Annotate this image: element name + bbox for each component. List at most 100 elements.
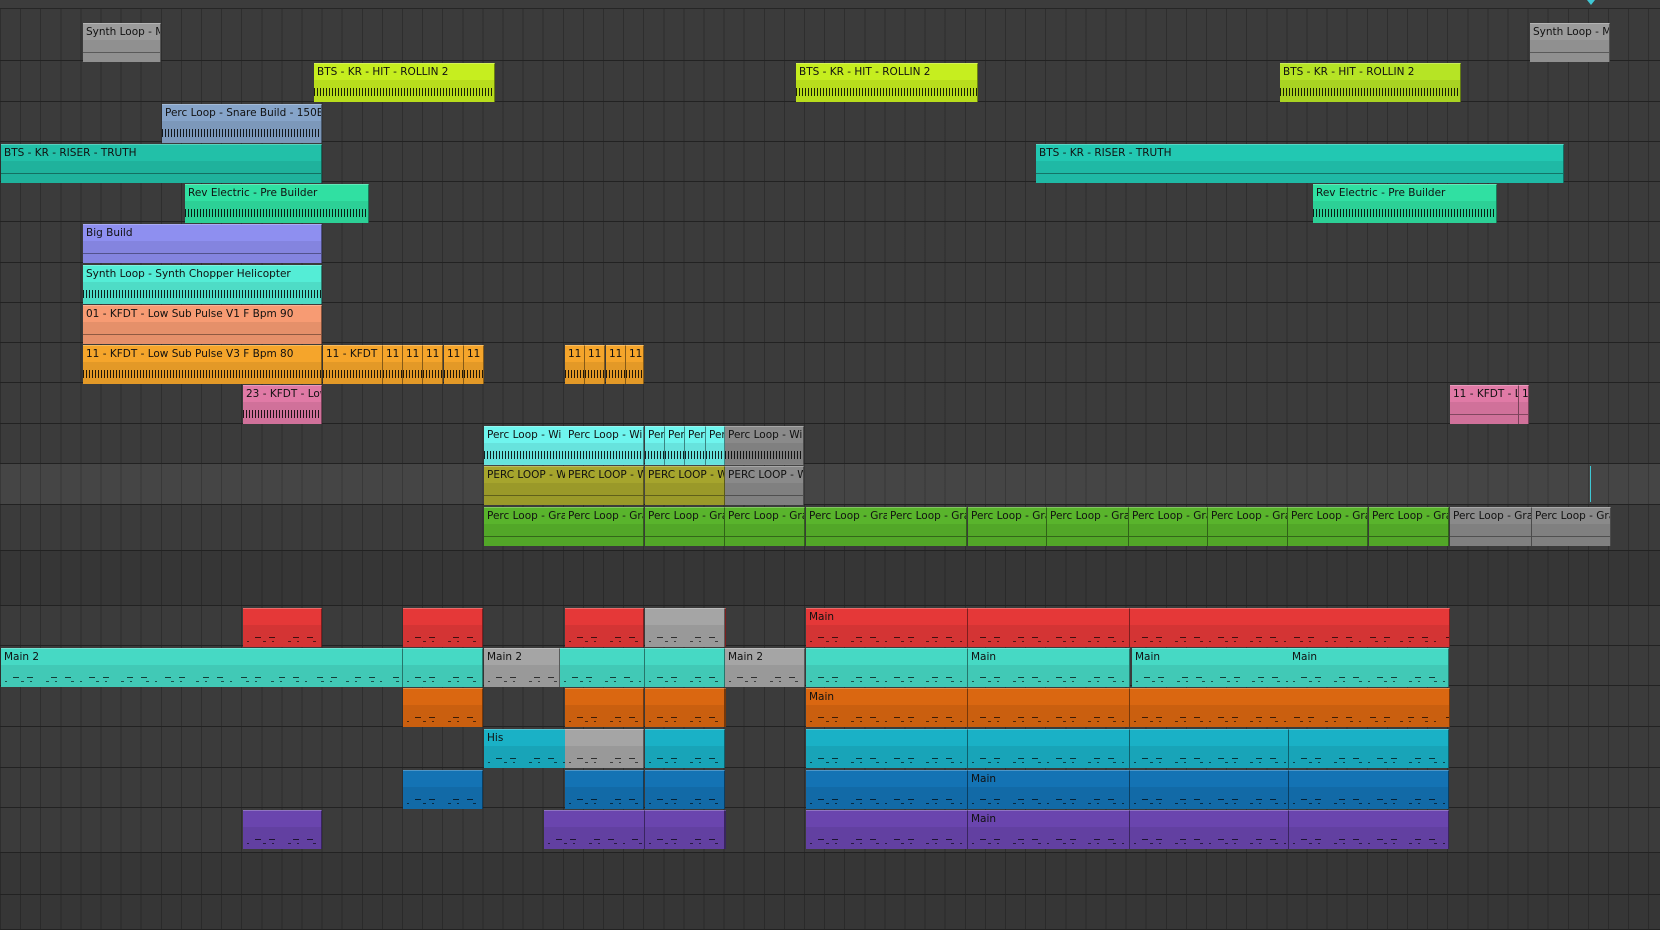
audio-clip[interactable]: Perc Loop - Gra (806, 507, 888, 546)
audio-clip[interactable]: 11 (565, 345, 585, 384)
midi-clip[interactable] (1130, 770, 1289, 809)
midi-clip[interactable] (968, 729, 1130, 768)
audio-clip[interactable]: Per (706, 426, 725, 465)
arrangement-view[interactable]: Synth Loop - M Synth Loop - M BTS - KR - H… (0, 0, 1660, 930)
midi-clip[interactable] (403, 608, 483, 647)
track-lane[interactable]: Main (0, 606, 1660, 647)
midi-clip[interactable] (243, 810, 322, 849)
audio-clip[interactable]: 11 (444, 345, 464, 384)
midi-clip[interactable]: Main 2 (1, 648, 403, 687)
track-lane[interactable]: BTS - KR - RISER - TRUTH BTS - KR - RISER… (0, 142, 1660, 183)
track-lane[interactable] (0, 895, 1660, 930)
midi-clip[interactable] (403, 648, 483, 687)
audio-clip[interactable]: 11 - KFDT (323, 345, 383, 384)
audio-clip[interactable]: Synth Loop - M (1530, 23, 1610, 62)
midi-clip[interactable] (645, 770, 725, 809)
midi-clip[interactable] (725, 688, 726, 727)
playhead-marker-icon[interactable] (1587, 0, 1595, 5)
midi-clip[interactable] (1289, 729, 1449, 768)
track-lane[interactable]: 23 - KFDT - Low 11 - KFDT - Lo 1 (0, 383, 1660, 424)
audio-clip[interactable]: 1 (1519, 385, 1529, 424)
audio-clip[interactable]: Perc Loop - Gra (968, 507, 1047, 546)
midi-clip[interactable] (1289, 770, 1449, 809)
audio-clip[interactable]: BTS - KR - HIT - ROLLIN 2 (1280, 63, 1461, 102)
audio-clip[interactable]: BTS - KR - RISER - TRUTH (1, 144, 322, 183)
audio-clip[interactable]: 11 (626, 345, 644, 384)
midi-clip[interactable]: Main (1132, 648, 1290, 687)
audio-clip[interactable]: BTS - KR - HIT - ROLLIN 2 (796, 63, 978, 102)
track-lane[interactable]: Main (0, 686, 1660, 727)
midi-clip[interactable] (565, 729, 644, 768)
midi-clip[interactable] (968, 688, 1130, 727)
audio-clip[interactable]: Perc Loop - Gra (1288, 507, 1368, 546)
midi-clip[interactable] (645, 810, 725, 849)
midi-clip[interactable] (403, 688, 483, 727)
audio-clip[interactable]: Perc Loop - Gra (1450, 507, 1532, 546)
audio-clip[interactable]: 23 - KFDT - Low (243, 385, 322, 424)
track-lane[interactable]: Big Build (0, 222, 1660, 263)
audio-clip[interactable]: PERC LOOP - W (484, 466, 566, 505)
audio-clip[interactable]: Perc Loop - Wi (565, 426, 644, 465)
midi-clip[interactable] (725, 608, 726, 647)
audio-clip[interactable]: Per (645, 426, 665, 465)
audio-clip[interactable]: Perc Loop - Gra (645, 507, 725, 546)
midi-clip[interactable] (544, 810, 645, 849)
track-lane[interactable] (0, 551, 1660, 606)
audio-clip[interactable]: 11 (423, 345, 443, 384)
midi-clip[interactable] (645, 648, 725, 687)
track-lane[interactable]: Perc Loop - Snare Build - 150B (0, 102, 1660, 143)
audio-clip[interactable]: 11 - KFDT - Low Sub Pulse V3 F Bpm 80 (83, 345, 322, 384)
track-lane[interactable]: Perc Loop - Gra Perc Loop - Gra Perc Loop … (0, 505, 1660, 551)
audio-clip[interactable]: 11 (606, 345, 626, 384)
midi-clip[interactable] (645, 688, 725, 727)
audio-clip[interactable]: 11 - KFDT - Lo (1450, 385, 1519, 424)
track-lane[interactable]: Synth Loop - M Synth Loop - M (0, 21, 1660, 62)
audio-clip[interactable]: Synth Loop - M (83, 23, 161, 62)
midi-clip[interactable] (806, 648, 968, 687)
audio-clip[interactable]: Perc Loop - Gra (484, 507, 566, 546)
track-lane[interactable]: Main (0, 768, 1660, 809)
midi-clip[interactable] (1289, 810, 1449, 849)
audio-clip[interactable]: Rev Electric - Pre Builder (1313, 184, 1497, 223)
midi-clip[interactable] (565, 688, 644, 727)
track-lane[interactable]: 11 - KFDT - Low Sub Pulse V3 F Bpm 80 11 … (0, 343, 1660, 384)
midi-clip[interactable]: Main (1289, 648, 1449, 687)
midi-clip[interactable] (806, 729, 968, 768)
audio-clip[interactable]: Perc Loop - Gra (887, 507, 967, 546)
audio-clip[interactable]: Perc Loop - Gra (1369, 507, 1449, 546)
midi-clip[interactable]: Main (968, 648, 1130, 687)
midi-clip[interactable] (806, 770, 968, 809)
midi-clip[interactable]: Main (806, 688, 968, 727)
audio-clip[interactable]: PERC LOOP - W (565, 466, 644, 505)
midi-clip[interactable] (968, 608, 1130, 647)
audio-clip[interactable]: 11 (403, 345, 423, 384)
midi-clip[interactable] (565, 770, 644, 809)
midi-clip[interactable] (806, 810, 968, 849)
audio-clip[interactable]: Rev Electric - Pre Builder (185, 184, 369, 223)
audio-clip[interactable]: Per (685, 426, 706, 465)
midi-clip[interactable] (560, 648, 645, 687)
midi-clip[interactable]: Main (806, 608, 968, 647)
audio-clip[interactable]: 11 (585, 345, 605, 384)
track-lane[interactable]: PERC LOOP - W PERC LOOP - W PERC LOOP - WP… (0, 464, 1660, 505)
audio-clip[interactable]: Per (665, 426, 685, 465)
midi-clip[interactable] (645, 729, 725, 768)
midi-clip[interactable]: Main (968, 810, 1130, 849)
track-lane[interactable]: 01 - KFDT - Low Sub Pulse V1 F Bpm 90 (0, 303, 1660, 344)
audio-clip[interactable]: PERC LOOP - W (725, 466, 804, 505)
audio-clip[interactable]: BTS - KR - HIT - ROLLIN 2 (314, 63, 495, 102)
audio-clip[interactable]: Perc Loop - Gra (1208, 507, 1288, 546)
audio-clip[interactable]: 11 (464, 345, 484, 384)
midi-clip[interactable] (243, 608, 322, 647)
audio-clip[interactable]: Perc Loop - Wi (484, 426, 566, 465)
audio-clip[interactable]: Perc Loop - Snare Build - 150B (162, 104, 322, 143)
midi-clip[interactable] (725, 810, 726, 849)
midi-clip[interactable]: Main 2 (484, 648, 560, 687)
midi-clip[interactable]: Main 2 (725, 648, 805, 687)
track-lane[interactable]: Main (0, 808, 1660, 853)
track-lane[interactable]: Synth Loop - Synth Chopper Helicopter (0, 263, 1660, 304)
track-lane[interactable]: BTS - KR - HIT - ROLLIN 2 BTS - KR - HIT … (0, 61, 1660, 102)
audio-clip[interactable]: Perc Loop - Gra (1532, 507, 1611, 546)
audio-clip[interactable]: 11 (383, 345, 403, 384)
midi-clip[interactable]: Main (968, 770, 1130, 809)
